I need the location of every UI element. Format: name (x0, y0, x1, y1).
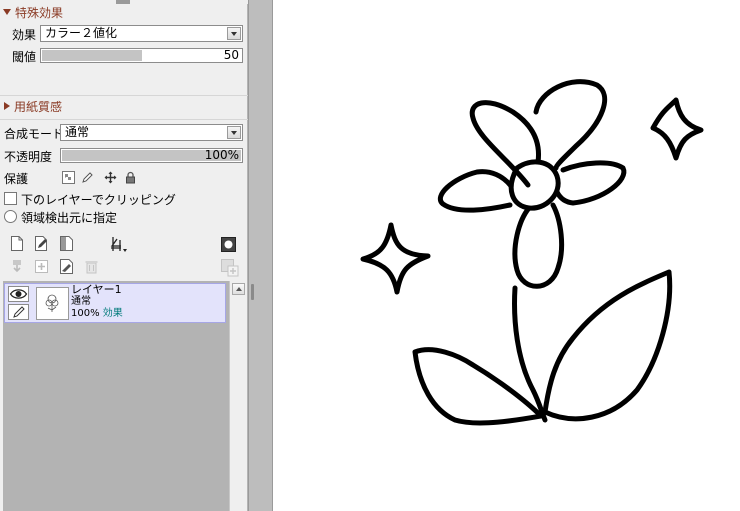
padlock-icon[interactable] (123, 170, 138, 185)
expand-triangle-icon (4, 102, 10, 110)
selection-source-toggle[interactable] (4, 210, 17, 223)
effect-label: 効果 (12, 28, 37, 42)
new-layer-icon[interactable] (9, 236, 24, 251)
layer-effect-badge: 効果 (102, 308, 123, 319)
layer-blend-mode: 通常 (71, 296, 91, 307)
layer-name: レイヤー1 (71, 283, 122, 296)
layer-visibility-toggle[interactable] (8, 286, 29, 302)
effect-select[interactable]: カラー２値化 (40, 25, 243, 42)
selection-source-label: 領域検出元に指定 (21, 211, 118, 225)
layer-pencil-toggle[interactable] (8, 304, 29, 320)
threshold-label: 閾値 (12, 50, 37, 64)
blend-mode-label: 合成モード (4, 127, 65, 141)
paper-section-title: 用紙質感 (14, 99, 63, 114)
eye-icon (9, 289, 28, 299)
add-mask-icon[interactable] (221, 259, 239, 277)
opacity-label: 不透明度 (4, 150, 53, 164)
threshold-slider[interactable]: 50 (40, 48, 243, 63)
layer-thumbnail (36, 287, 69, 320)
opacity-slider[interactable]: 100% (60, 148, 243, 163)
panel-splitter[interactable] (248, 0, 273, 511)
trash-icon[interactable] (84, 259, 99, 274)
layer-opacity-value: 100% (71, 308, 100, 319)
control-panel: 特殊効果 効果 カラー２値化 閾値 50 用紙質感 合成モード 通常 不透明度 … (0, 0, 248, 511)
blend-mode-value: 通常 (65, 125, 90, 139)
layer-row[interactable]: レイヤー1 通常 100% 効果 (4, 283, 226, 323)
effect-select-value: カラー２値化 (45, 26, 118, 40)
threshold-value: 50 (223, 48, 239, 62)
layer-mask-icon[interactable] (221, 237, 236, 252)
effects-section-title: 特殊効果 (15, 5, 64, 20)
collapse-triangle-icon (3, 9, 11, 15)
layer-toolbar (0, 229, 247, 281)
merge-down-icon[interactable] (34, 259, 49, 274)
pencil-icon (13, 306, 25, 318)
drawing-canvas[interactable] (273, 0, 740, 511)
clip-below-checkbox[interactable] (4, 192, 17, 205)
blend-mode-select[interactable]: 通常 (60, 124, 243, 141)
effects-section-header[interactable]: 特殊効果 (0, 4, 63, 20)
protect-label: 保護 (4, 172, 29, 186)
new-pen-layer-icon[interactable] (34, 236, 49, 251)
layer-linework-icon[interactable] (108, 235, 128, 253)
transfer-down-icon[interactable] (9, 259, 24, 274)
opacity-value: 100% (204, 148, 239, 162)
transparency-lock-icon[interactable] (61, 170, 76, 185)
layer-opacity: 100% 効果 (71, 308, 123, 320)
divider (0, 95, 248, 96)
threshold-fill (42, 50, 142, 61)
chevron-down-icon[interactable] (227, 27, 241, 40)
divider (0, 119, 248, 120)
layer-list-scrollbar[interactable] (229, 281, 247, 511)
pencil-lock-icon[interactable] (80, 170, 95, 185)
clear-icon[interactable] (59, 259, 74, 274)
splitter-grip[interactable] (251, 284, 254, 300)
chevron-down-icon[interactable] (227, 126, 241, 139)
new-layer-set-icon[interactable] (59, 236, 74, 251)
scroll-up-icon[interactable] (232, 283, 245, 295)
move-lock-icon[interactable] (103, 170, 118, 185)
paper-section-header[interactable]: 用紙質感 (0, 98, 62, 114)
flower-artwork (360, 79, 704, 426)
clip-below-label: 下のレイヤーでクリッピング (21, 193, 176, 207)
